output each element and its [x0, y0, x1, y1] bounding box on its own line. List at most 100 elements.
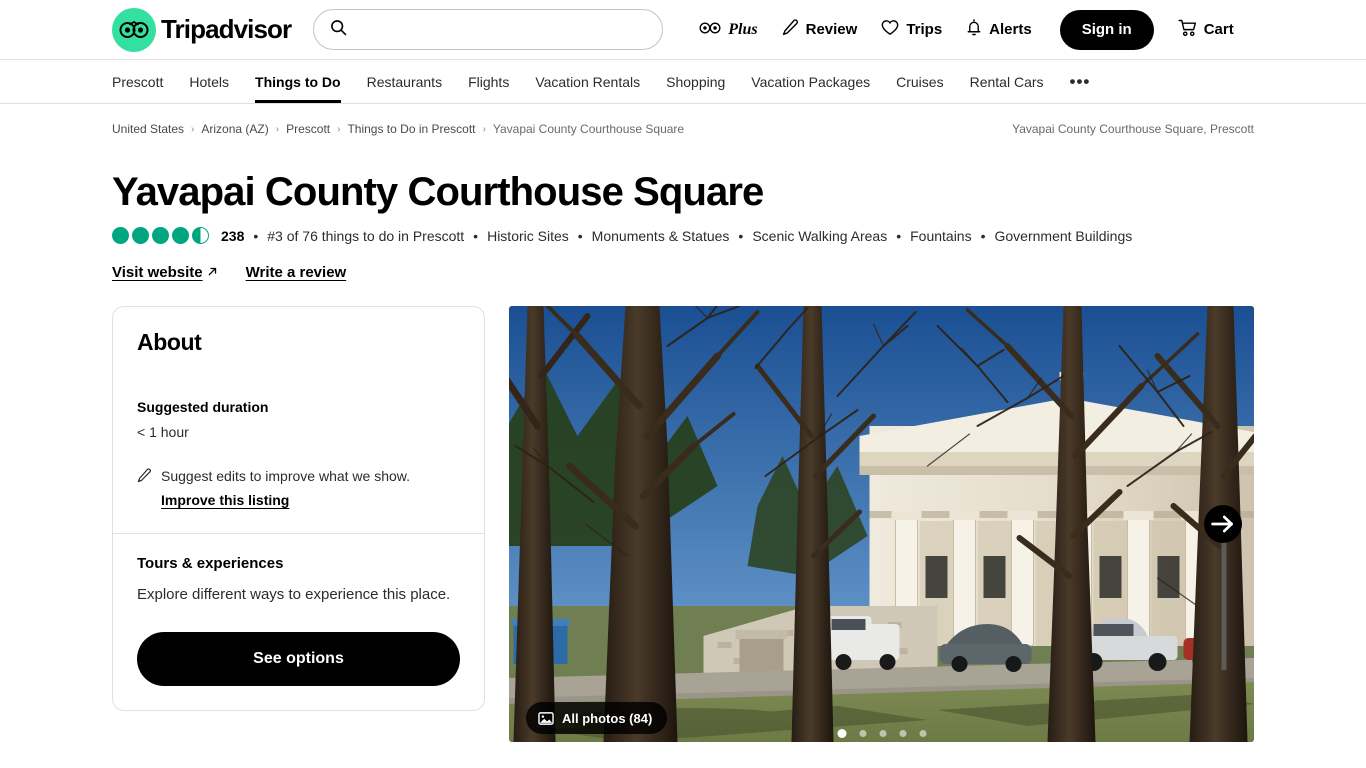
- poi-category-1: Monuments & Statues: [591, 227, 730, 244]
- nav-plus-label: Plus: [728, 20, 758, 38]
- nav-trips[interactable]: Trips: [881, 19, 942, 40]
- suggest-edits-row: Suggest edits to improve what we show. I…: [137, 466, 460, 533]
- bubble-filled: [152, 227, 169, 244]
- nav-review[interactable]: Review: [782, 19, 858, 40]
- chevron-right-icon: ›: [482, 123, 486, 135]
- search-input[interactable]: [357, 20, 647, 39]
- breadcrumb-item-prescott[interactable]: Prescott: [286, 122, 330, 136]
- breadcrumb-location-label: Yavapai County Courthouse Square, Presco…: [1012, 122, 1254, 136]
- tours-heading: Tours & experiences: [137, 555, 284, 572]
- subnav-item-hotels[interactable]: Hotels: [189, 60, 229, 103]
- review-count[interactable]: 238: [221, 228, 244, 244]
- all-photos-label: All photos (84): [562, 710, 653, 726]
- carousel-dot-3[interactable]: [879, 730, 886, 737]
- bubble-filled: [172, 227, 189, 244]
- pencil-icon: [782, 19, 799, 40]
- poi-meta: 238 • #3 of 76 things to do in Prescott …: [112, 227, 1254, 244]
- subnav-item-vacation-rentals[interactable]: Vacation Rentals: [535, 60, 640, 103]
- more-menu-icon[interactable]: •••: [1070, 60, 1091, 103]
- subnav-item-prescott[interactable]: Prescott: [112, 60, 163, 103]
- subnav-item-restaurants[interactable]: Restaurants: [367, 60, 442, 103]
- meta-separator: •: [896, 227, 902, 244]
- nav-alerts[interactable]: Alerts: [966, 18, 1032, 41]
- logo-wordmark: Tripadvisor: [161, 14, 292, 44]
- breadcrumb-item-things-to-do[interactable]: Things to Do in Prescott: [347, 122, 475, 136]
- category-nav: Prescott Hotels Things to Do Restaurants…: [0, 60, 1366, 104]
- about-card: About Suggested duration < 1 hour Sugges…: [112, 306, 485, 711]
- all-photos-button[interactable]: All photos (84): [526, 702, 668, 734]
- nav-alerts-label: Alerts: [989, 21, 1032, 38]
- write-review-link[interactable]: Write a review: [246, 264, 347, 281]
- subnav-item-things-to-do[interactable]: Things to Do: [255, 60, 341, 103]
- carousel-dots: [837, 729, 926, 738]
- nav-review-label: Review: [805, 21, 858, 38]
- subnav-item-flights[interactable]: Flights: [468, 60, 509, 103]
- owl-plus-icon: [699, 21, 721, 38]
- visit-website-link[interactable]: Visit website: [112, 264, 218, 281]
- search-bar[interactable]: [313, 9, 664, 50]
- chevron-right-icon: ›: [275, 123, 280, 135]
- meta-separator: •: [980, 227, 986, 244]
- chevron-right-icon: ›: [191, 123, 195, 135]
- poi-category-3: Fountains: [910, 227, 972, 244]
- bubble-filled: [132, 227, 149, 244]
- arrow-right-icon: [1211, 515, 1233, 533]
- nav-cart-label: Cart: [1203, 21, 1234, 38]
- breadcrumb: United States › Arizona (AZ) › Prescott …: [112, 122, 684, 136]
- cart-icon: [1178, 19, 1197, 41]
- poi-category-2: Scenic Walking Areas: [752, 227, 888, 244]
- pencil-icon: [137, 468, 152, 511]
- subnav-item-cruises[interactable]: Cruises: [896, 60, 943, 103]
- subnav-item-vacation-packages[interactable]: Vacation Packages: [751, 60, 870, 103]
- carousel-dot-4[interactable]: [899, 730, 906, 737]
- breadcrumb-item-united-states[interactable]: United States: [112, 122, 184, 136]
- search-icon: [330, 19, 347, 41]
- tours-section: Tours & experiences Explore different wa…: [113, 534, 484, 710]
- heart-icon: [881, 19, 899, 40]
- nav-plus[interactable]: Plus: [699, 20, 758, 39]
- meta-separator: •: [577, 227, 583, 244]
- nav-cart[interactable]: Cart: [1178, 19, 1234, 41]
- bubble-filled: [112, 227, 129, 244]
- breadcrumb-row: United States › Arizona (AZ) › Prescott …: [0, 104, 1366, 136]
- improve-listing-link[interactable]: Improve this listing: [161, 490, 410, 511]
- owl-logo-icon: [112, 7, 156, 52]
- poi-links: Visit website Write a review: [112, 264, 1254, 281]
- subnav-item-rental-cars[interactable]: Rental Cars: [970, 60, 1044, 103]
- main-content: About Suggested duration < 1 hour Sugges…: [0, 281, 1366, 742]
- carousel-dot-5[interactable]: [919, 730, 926, 737]
- rating-bubbles: [112, 227, 209, 244]
- about-heading: About: [137, 329, 202, 355]
- subnav-item-shopping[interactable]: Shopping: [666, 60, 725, 103]
- carousel-dot-2[interactable]: [859, 730, 866, 737]
- header-nav: Plus Review Trips Alerts Sign in Cart: [699, 9, 1234, 50]
- tours-description: Explore different ways to experience thi…: [137, 586, 451, 603]
- breadcrumb-item-arizona[interactable]: Arizona (AZ): [201, 122, 268, 136]
- courthouse-photo: [509, 306, 1254, 742]
- tripadvisor-logo[interactable]: Tripadvisor: [112, 7, 292, 52]
- external-link-icon: [207, 264, 218, 281]
- poi-category-4: Government Buildings: [994, 227, 1133, 244]
- meta-separator: •: [473, 227, 479, 244]
- visit-website-label: Visit website: [112, 264, 203, 281]
- bubble-half: [192, 227, 209, 244]
- meta-separator: •: [738, 227, 744, 244]
- bell-icon: [966, 18, 982, 41]
- carousel-dot-1[interactable]: [837, 729, 846, 738]
- site-header: Tripadvisor Plus Review Trips Alerts Sig…: [0, 0, 1366, 60]
- poi-header: Yavapai County Courthouse Square 238 • #…: [0, 136, 1366, 364]
- page-title: Yavapai County Courthouse Square: [112, 170, 764, 214]
- sign-in-button[interactable]: Sign in: [1059, 9, 1154, 50]
- image-icon: [538, 711, 554, 726]
- chevron-right-icon: ›: [337, 123, 341, 135]
- poi-rank: #3 of 76 things to do in Prescott: [267, 227, 465, 244]
- see-options-button[interactable]: See options: [137, 632, 460, 686]
- suggested-duration-value: < 1 hour: [137, 424, 189, 440]
- nav-trips-label: Trips: [906, 21, 943, 38]
- next-photo-button[interactable]: [1204, 505, 1242, 543]
- hero-photo[interactable]: All photos (84): [509, 306, 1254, 742]
- suggest-edits-text: Suggest edits to improve what we show.: [161, 468, 411, 484]
- meta-separator: •: [253, 227, 259, 244]
- suggested-duration-label: Suggested duration: [137, 399, 269, 415]
- poi-category-0: Historic Sites: [487, 227, 569, 244]
